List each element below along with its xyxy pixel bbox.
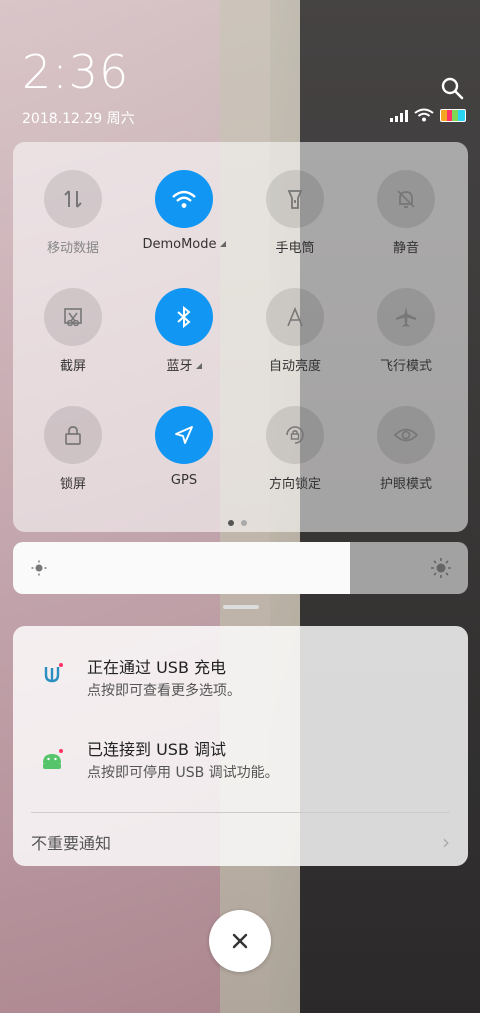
tile-wifi[interactable]: DemoMode bbox=[129, 170, 239, 252]
tile-label: DemoMode bbox=[142, 237, 217, 252]
tile-label: 移动数据 bbox=[46, 241, 99, 256]
tile-label: GPS bbox=[170, 473, 198, 488]
brightness-high-icon bbox=[431, 558, 451, 578]
tile-gps[interactable]: GPS bbox=[129, 406, 239, 488]
flashlight-icon bbox=[287, 190, 303, 209]
tile-mobile-data[interactable]: 移动数据 bbox=[18, 170, 128, 256]
android-debug-icon bbox=[43, 749, 63, 769]
clock: 2:36 bbox=[22, 45, 130, 99]
bell-off-icon bbox=[397, 190, 415, 208]
screenshot-icon bbox=[64, 308, 82, 327]
tile-mute[interactable]: 静音 bbox=[351, 170, 461, 256]
tile-label: 手电筒 bbox=[275, 241, 315, 256]
tile-rotation-lock[interactable]: 方向锁定 bbox=[240, 406, 350, 492]
page-dot-active bbox=[228, 520, 234, 526]
expand-caret-icon bbox=[195, 363, 202, 369]
tile-lock-screen[interactable]: 锁屏 bbox=[18, 406, 128, 492]
tile-screenshot[interactable]: 截屏 bbox=[18, 288, 128, 374]
date: 2018.12.29 周六 bbox=[22, 111, 135, 127]
bluetooth-icon bbox=[177, 305, 191, 329]
tile-eye-care[interactable]: 护眼模式 bbox=[351, 406, 461, 492]
tile-label: 飞行模式 bbox=[379, 359, 432, 374]
auto-brightness-icon bbox=[287, 306, 303, 327]
drag-handle[interactable] bbox=[223, 605, 259, 609]
mobile-data-icon bbox=[64, 190, 82, 208]
tile-label: 自动亮度 bbox=[268, 359, 321, 374]
rotation-lock-icon bbox=[286, 426, 304, 444]
notification-panel: 正在通过 USB 充电 点按即可查看更多选项。 已连接到 USB 调试 点按即可… bbox=[13, 626, 468, 866]
notification-subtitle: 点按即可停用 USB 调试功能。 bbox=[87, 765, 279, 781]
chevron-right-icon[interactable]: › bbox=[442, 830, 450, 854]
tile-label: 锁屏 bbox=[59, 477, 86, 492]
brightness-slider[interactable] bbox=[13, 542, 468, 594]
signal-icon bbox=[390, 109, 408, 122]
notification-title: 已连接到 USB 调试 bbox=[87, 740, 227, 759]
wifi-icon bbox=[172, 190, 196, 208]
quick-settings-panel: 移动数据 DemoMode 手电筒 静音 截屏 蓝牙 自动亮度 飞行模式 锁屏 … bbox=[13, 142, 468, 532]
wifi-status-icon bbox=[414, 108, 434, 122]
tile-label: 方向锁定 bbox=[268, 477, 321, 492]
eye-icon bbox=[393, 428, 419, 442]
gps-icon bbox=[175, 426, 193, 444]
tile-airplane-mode[interactable]: 飞行模式 bbox=[351, 288, 461, 374]
tile-label: 静音 bbox=[392, 241, 419, 256]
close-icon bbox=[232, 933, 248, 949]
battery-icon bbox=[440, 108, 466, 122]
divider bbox=[31, 812, 450, 813]
expand-caret-icon bbox=[219, 241, 226, 247]
unimportant-notifications-link[interactable]: 不重要通知 bbox=[31, 830, 111, 854]
notification-title: 正在通过 USB 充电 bbox=[87, 658, 227, 677]
page-indicator bbox=[228, 520, 247, 526]
notification-usb-charging[interactable]: 正在通过 USB 充电 点按即可查看更多选项。 bbox=[13, 652, 468, 712]
search-icon[interactable] bbox=[440, 76, 464, 100]
lock-icon bbox=[65, 426, 81, 445]
tile-label: 护眼模式 bbox=[379, 477, 432, 492]
brightness-fill bbox=[13, 542, 350, 594]
airplane-icon bbox=[396, 307, 416, 327]
tile-auto-brightness[interactable]: 自动亮度 bbox=[240, 288, 350, 374]
status-bar bbox=[390, 108, 466, 122]
notification-subtitle: 点按即可查看更多选项。 bbox=[87, 683, 241, 699]
tile-label: 截屏 bbox=[59, 359, 86, 374]
dismiss-all-button[interactable] bbox=[209, 910, 271, 972]
tile-bluetooth[interactable]: 蓝牙 bbox=[129, 288, 239, 374]
brightness-low-icon bbox=[31, 560, 47, 576]
page-dot bbox=[241, 520, 247, 526]
tile-flashlight[interactable]: 手电筒 bbox=[240, 170, 350, 256]
tile-label: 蓝牙 bbox=[166, 359, 193, 374]
notification-usb-debugging[interactable]: 已连接到 USB 调试 点按即可停用 USB 调试功能。 bbox=[13, 734, 468, 794]
usb-icon bbox=[44, 663, 63, 683]
